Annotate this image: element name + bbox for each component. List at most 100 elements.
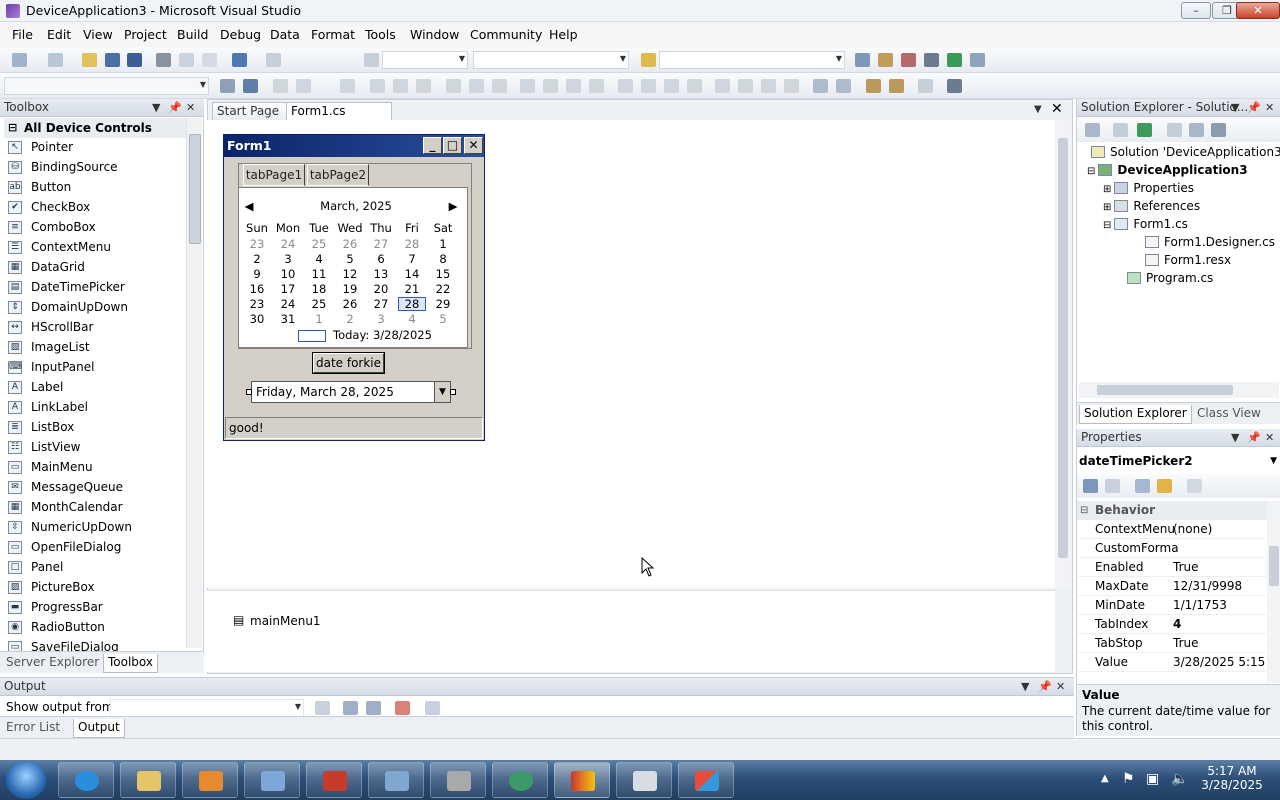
increase-vertical-spacing-icon[interactable]	[687, 79, 702, 93]
taskbar-tools[interactable]	[430, 762, 486, 798]
tab-server-explorer[interactable]: Server Explorer	[2, 654, 103, 673]
calendar-day[interactable]: 14	[398, 267, 426, 281]
property-row-value[interactable]: Value 3/28/2025 5:15 AI	[1078, 653, 1266, 672]
selection-handle-right[interactable]	[450, 389, 456, 395]
make-same-size-icon[interactable]	[520, 79, 535, 93]
size-to-grid-icon[interactable]	[543, 79, 558, 93]
doc-dropdown-icon[interactable]: ▼	[1034, 104, 1042, 115]
taskbar-media-player[interactable]	[182, 762, 238, 798]
calendar-day[interactable]: 30	[243, 312, 271, 326]
menu-data[interactable]: Data	[270, 27, 300, 42]
menu-tools[interactable]: Tools	[365, 27, 396, 42]
output-pin-icon[interactable]: 📌	[1038, 678, 1052, 695]
property-value[interactable]: True	[1173, 558, 1265, 577]
status-bar[interactable]: good!	[225, 417, 483, 439]
calendar-day[interactable]: 16	[243, 282, 271, 296]
calendar-day[interactable]: 8	[429, 252, 457, 266]
solution-hscrollbar[interactable]	[1079, 382, 1279, 398]
view-code-icon[interactable]	[1167, 123, 1182, 137]
properties-view-icon[interactable]	[1135, 479, 1150, 493]
calendar-day[interactable]: 29	[429, 297, 457, 311]
redo-icon[interactable]	[266, 53, 281, 67]
output-source-combo[interactable]: ▼	[110, 699, 304, 717]
toolbox-close-icon[interactable]: ✕	[186, 99, 195, 116]
volume-icon[interactable]: 🔈	[1171, 771, 1188, 787]
collapse-icon[interactable]: ⊟	[1080, 501, 1088, 520]
calendar-day[interactable]: 28	[398, 237, 426, 251]
calendar-day[interactable]: 15	[429, 267, 457, 281]
save-icon[interactable]	[105, 53, 120, 67]
decrease-vertical-spacing-icon[interactable]	[715, 79, 730, 93]
tab-output[interactable]: Output	[73, 719, 125, 738]
doc-close-icon[interactable]: ✕	[1051, 101, 1063, 117]
network-tray-icon[interactable]: ▣	[1146, 771, 1159, 787]
taskbar-remote-desktop[interactable]	[244, 762, 300, 798]
calendar-month-label[interactable]: March, 2025	[301, 199, 411, 213]
calendar-day[interactable]: 12	[336, 267, 364, 281]
align-lefts-icon[interactable]	[296, 79, 311, 93]
events-icon[interactable]	[1157, 479, 1172, 493]
toolbox-scrollbar[interactable]	[186, 118, 202, 648]
undo-icon[interactable]	[232, 53, 247, 67]
menu-project[interactable]: Project	[124, 27, 167, 42]
make-same-width-icon[interactable]	[469, 79, 484, 93]
properties-pin-icon[interactable]: 📌	[1247, 429, 1261, 446]
properties-scrollbar[interactable]	[1267, 501, 1280, 683]
align-middles-icon[interactable]	[416, 79, 431, 93]
calendar-day[interactable]: 27	[367, 297, 395, 311]
calendar-day[interactable]: 26	[336, 297, 364, 311]
property-value[interactable]: 12/31/9998	[1173, 577, 1265, 596]
property-value[interactable]: 3/28/2025 5:15 AI	[1173, 653, 1265, 672]
calendar-day[interactable]: 5	[336, 252, 364, 266]
taskbar-network[interactable]	[368, 762, 424, 798]
properties-scroll-thumb[interactable]	[1269, 546, 1279, 586]
taskbar-device-emulator[interactable]	[616, 762, 672, 798]
collapse-icon[interactable]: ⊟	[1103, 220, 1111, 231]
find-in-files-icon[interactable]	[855, 53, 870, 67]
prev-month-arrow-icon[interactable]: ◀	[241, 199, 257, 213]
calendar-day[interactable]: 26	[336, 237, 364, 251]
tree-form1-resx[interactable]: Form1.resx	[1145, 253, 1231, 267]
calendar-day[interactable]: 31	[274, 312, 302, 326]
properties-window-icon[interactable]	[901, 53, 916, 67]
calendar-day[interactable]: 3	[274, 252, 302, 266]
menu-community[interactable]: Community	[470, 27, 542, 42]
calendar-day[interactable]: 2	[336, 312, 364, 326]
solution-dropdown-icon[interactable]: ▼	[1231, 99, 1239, 116]
new-project-icon[interactable]	[12, 53, 27, 67]
taskbar-globe[interactable]	[492, 762, 548, 798]
calendar-day[interactable]: 23	[243, 297, 271, 311]
prev-message-icon[interactable]	[343, 701, 358, 715]
taskbar-visual-studio[interactable]	[554, 762, 610, 798]
add-item-icon[interactable]	[48, 53, 63, 67]
bring-to-front-icon[interactable]	[813, 79, 828, 93]
property-value[interactable]: True	[1173, 634, 1265, 653]
toolbox-scroll-thumb[interactable]	[189, 134, 201, 244]
calendar-day[interactable]: 27	[367, 237, 395, 251]
more-windows-icon[interactable]	[970, 53, 985, 67]
calendar-day[interactable]: 1	[305, 312, 333, 326]
cut-icon[interactable]	[156, 53, 171, 67]
tree-form1[interactable]: ⊟ Form1.cs	[1103, 217, 1188, 231]
lock-controls-icon[interactable]	[866, 79, 881, 93]
tab-toolbox[interactable]: Toolbox	[103, 654, 158, 673]
collapse-icon[interactable]: ⊟	[1087, 166, 1095, 177]
date-forkie-button[interactable]: date forkie	[312, 352, 385, 374]
solution-pin-icon[interactable]: 📌	[1247, 99, 1261, 116]
taskbar-explorer[interactable]	[120, 762, 176, 798]
behavior-category[interactable]: ⊟ Behavior	[1077, 501, 1267, 520]
taskbar-toolbox-app[interactable]	[306, 762, 362, 798]
calendar-day[interactable]: 17	[274, 282, 302, 296]
show-hidden-icons-icon[interactable]: ▲	[1101, 773, 1109, 784]
open-icon[interactable]	[82, 53, 97, 67]
menu-format[interactable]: Format	[311, 27, 355, 42]
remove-horizontal-spacing-icon[interactable]	[641, 79, 656, 93]
property-row-enabled[interactable]: Enabled True	[1078, 558, 1266, 577]
remove-vertical-spacing-icon[interactable]	[738, 79, 753, 93]
designer-scroll-thumb[interactable]	[1058, 138, 1068, 558]
property-row-tabstop[interactable]: TabStop True	[1078, 634, 1266, 653]
categorized-icon[interactable]	[1083, 479, 1098, 493]
tab-order-icon[interactable]	[889, 79, 904, 93]
solution-explorer-icon[interactable]	[878, 53, 893, 67]
tab-solution-explorer[interactable]: Solution Explorer	[1079, 405, 1192, 424]
